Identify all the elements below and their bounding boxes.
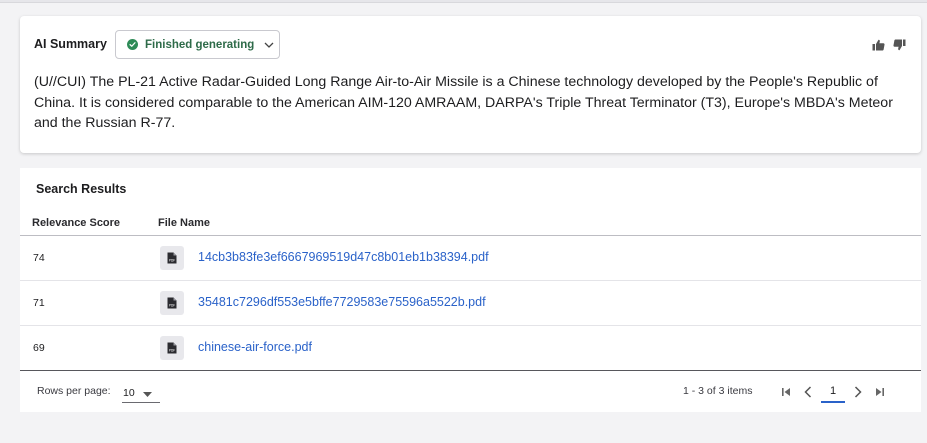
ai-summary-text: (U//CUI) The PL-21 Active Radar-Guided L… [34,74,893,131]
feedback-controls [872,38,906,51]
svg-text:PDF: PDF [169,348,175,352]
table-footer-divider [20,370,921,371]
pagination-range-label: 1 - 3 of 3 items [683,385,753,397]
thumbs-down-icon[interactable] [893,38,906,51]
top-divider [0,0,927,3]
caret-down-icon [142,384,152,402]
relevance-score-cell: 71 [33,297,45,309]
next-page-icon[interactable] [847,382,869,402]
last-page-icon[interactable] [869,382,891,402]
file-link[interactable]: chinese-air-force.pdf [198,340,312,354]
current-page-button[interactable]: 1 [821,381,845,403]
ai-summary-title: AI Summary [34,37,107,51]
relevance-score-cell: 69 [33,342,45,354]
rows-per-page-select[interactable]: 10 [122,383,160,403]
pdf-file-icon: PDF [160,246,184,270]
pdf-file-icon: PDF [160,291,184,315]
column-header-file-name[interactable]: File Name [158,217,210,229]
column-header-relevance-score[interactable]: Relevance Score [32,217,120,229]
search-results-title: Search Results [36,182,127,196]
file-link[interactable]: 35481c7296df553e5bffe7729583e75596a5522b… [198,295,486,309]
rows-per-page-value: 10 [123,386,135,399]
thumbs-up-icon[interactable] [872,38,885,51]
search-results-card: Search Results Relevance Score File Name… [20,168,921,412]
generation-status-dropdown[interactable]: Finished generating [115,30,280,59]
pdf-file-icon: PDF [160,336,184,360]
ai-summary-card: AI Summary Finished generating (U//CUI) … [20,16,921,153]
rows-per-page-label: Rows per page: [37,385,111,397]
file-link[interactable]: 14cb3b83fe3ef6667969519d47c8b01eb1b38394… [198,250,489,264]
svg-text:PDF: PDF [169,303,175,307]
relevance-score-cell: 74 [33,252,45,264]
chevron-down-icon [264,42,274,48]
prev-page-icon[interactable] [797,382,819,402]
check-circle-icon [127,39,138,50]
table-row: 69 PDF chinese-air-force.pdf [20,326,921,371]
svg-text:PDF: PDF [169,258,175,262]
first-page-icon[interactable] [775,382,797,402]
table-row: 74 PDF 14cb3b83fe3ef6667969519d47c8b01eb… [20,236,921,281]
pagination-controls: 1 [775,381,891,403]
table-row: 71 PDF 35481c7296df553e5bffe7729583e7559… [20,281,921,326]
generation-status-label: Finished generating [145,38,255,51]
